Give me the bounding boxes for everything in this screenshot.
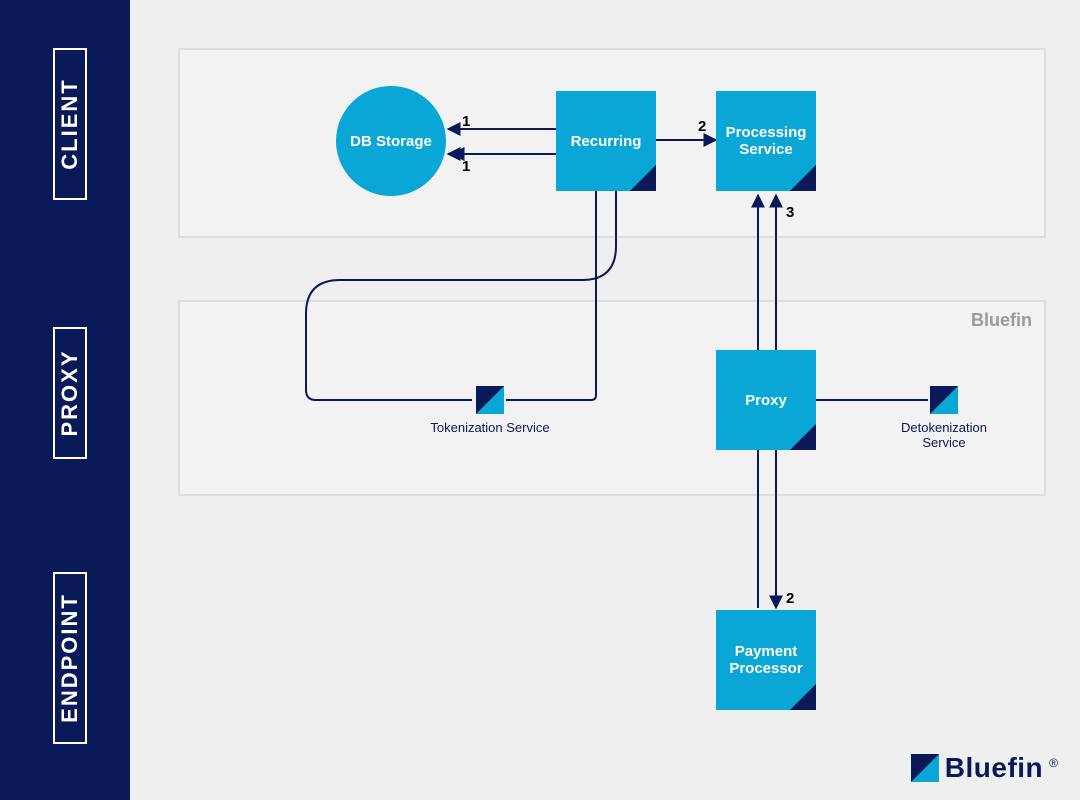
node-db-storage-label: DB Storage [350, 133, 432, 150]
detokenization-icon [930, 386, 958, 414]
node-processing-service: Processing Service [716, 91, 816, 191]
node-payment-processor: Payment Processor [716, 610, 816, 710]
brand-icon [911, 754, 939, 782]
node-proxy: Proxy [716, 350, 816, 450]
edge-label-proxy-payment: 2 [786, 590, 794, 607]
node-recurring: Recurring [556, 91, 656, 191]
tier-label-client: CLIENT [53, 48, 87, 200]
tier-label-endpoint: ENDPOINT [53, 572, 87, 744]
node-corner-icon [630, 165, 656, 191]
edge-label-proxy-processing: 3 [786, 204, 794, 221]
tier-sidebar: CLIENT PROXY ENDPOINT [0, 0, 130, 800]
node-corner-icon [790, 424, 816, 450]
detokenization-label: Detokenization Service [884, 420, 1004, 450]
node-proxy-label: Proxy [745, 392, 787, 409]
tier-label-client-text: CLIENT [57, 78, 83, 169]
tokenization-icon [476, 386, 504, 414]
brand-logo: Bluefin ® [911, 752, 1058, 784]
node-processing-service-label: Processing Service [716, 124, 816, 158]
tier-label-proxy-text: PROXY [57, 349, 83, 436]
brand-registered: ® [1049, 756, 1058, 770]
node-corner-icon [790, 684, 816, 710]
edge-label-db-in: 1 [462, 158, 470, 175]
node-corner-icon [790, 165, 816, 191]
brand-name: Bluefin [945, 752, 1043, 784]
tier-label-proxy: PROXY [53, 327, 87, 459]
edge-label-db-out: 1 [462, 113, 470, 130]
edge-label-recurring-processing: 2 [698, 118, 706, 135]
panel-proxy: Bluefin [178, 300, 1046, 496]
node-payment-processor-label: Payment Processor [716, 643, 816, 677]
node-db-storage: DB Storage [336, 86, 446, 196]
panel-proxy-tag: Bluefin [971, 310, 1032, 331]
tier-label-endpoint-text: ENDPOINT [57, 593, 83, 723]
node-recurring-label: Recurring [571, 133, 642, 150]
tokenization-label: Tokenization Service [430, 420, 550, 435]
